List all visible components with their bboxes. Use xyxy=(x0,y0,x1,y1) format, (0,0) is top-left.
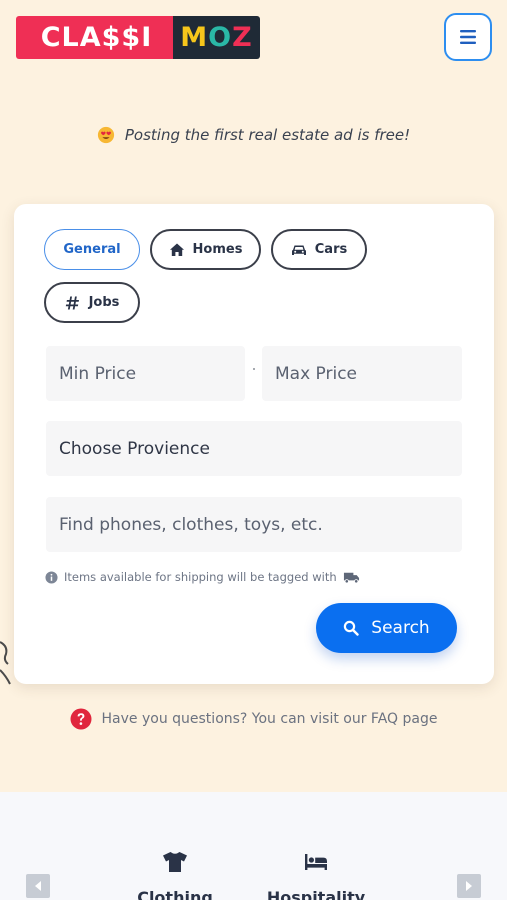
logo-letter: Z xyxy=(232,22,253,53)
shipping-note-text: Items available for shipping will be tag… xyxy=(64,570,337,584)
province-select[interactable]: Choose Provience xyxy=(46,421,462,476)
search-icon xyxy=(344,620,359,636)
categories-carousel: Clothing Hospitality xyxy=(0,792,507,900)
faq-link[interactable]: Have you questions? You can visit our FA… xyxy=(0,708,507,730)
logo-right-text: MOZ xyxy=(173,16,260,59)
tab-general[interactable]: General xyxy=(44,229,140,270)
car-icon xyxy=(291,245,306,255)
tab-jobs[interactable]: Jobs xyxy=(44,282,140,323)
hashtag-icon xyxy=(65,296,79,309)
search-button-label: Search xyxy=(371,618,430,638)
bed-icon xyxy=(305,854,327,870)
heart-eyes-emoji-icon xyxy=(97,126,114,144)
carousel-prev-button[interactable] xyxy=(26,874,50,898)
price-separator xyxy=(253,368,255,370)
hamburger-icon xyxy=(460,30,476,44)
search-card: General Homes Cars Jobs Min Price Max Pr… xyxy=(14,204,494,684)
tab-label: Homes xyxy=(192,242,243,257)
tab-homes[interactable]: Homes xyxy=(150,229,261,270)
question-circle-icon xyxy=(70,708,92,730)
tagline-text: Posting the first real estate ad is free… xyxy=(124,126,411,144)
tagline: Posting the first real estate ad is free… xyxy=(0,126,507,144)
logo-left-text: CLA$$I xyxy=(16,16,173,59)
tab-label: Jobs xyxy=(88,295,120,310)
site-logo[interactable]: CLA$$I MOZ xyxy=(16,16,260,59)
faq-text: Have you questions? You can visit our FA… xyxy=(101,711,438,727)
category-hospitality[interactable]: Hospitality xyxy=(261,850,371,900)
search-input[interactable]: Find phones, clothes, toys, etc. xyxy=(46,497,462,552)
tab-label: Cars xyxy=(314,242,348,257)
logo-letter: M xyxy=(180,22,209,53)
tab-cars[interactable]: Cars xyxy=(271,229,367,270)
info-icon xyxy=(45,570,58,584)
max-price-input[interactable]: Max Price xyxy=(262,346,462,401)
caret-left-icon xyxy=(35,881,41,891)
carousel-next-button[interactable] xyxy=(457,874,481,898)
caret-right-icon xyxy=(466,881,472,891)
search-button[interactable]: Search xyxy=(316,603,457,653)
category-label: Hospitality xyxy=(266,888,366,900)
menu-button[interactable] xyxy=(444,13,492,61)
logo-letter: O xyxy=(208,22,233,53)
min-price-input[interactable]: Min Price xyxy=(46,346,245,401)
decorative-illustration-edge xyxy=(0,641,11,685)
home-icon xyxy=(169,243,184,256)
tshirt-icon xyxy=(163,852,187,872)
tab-label: General xyxy=(63,242,121,257)
category-clothing[interactable]: Clothing xyxy=(120,850,230,900)
shipping-note: Items available for shipping will be tag… xyxy=(45,570,360,584)
truck-icon xyxy=(343,572,359,583)
category-label: Clothing xyxy=(137,888,213,900)
